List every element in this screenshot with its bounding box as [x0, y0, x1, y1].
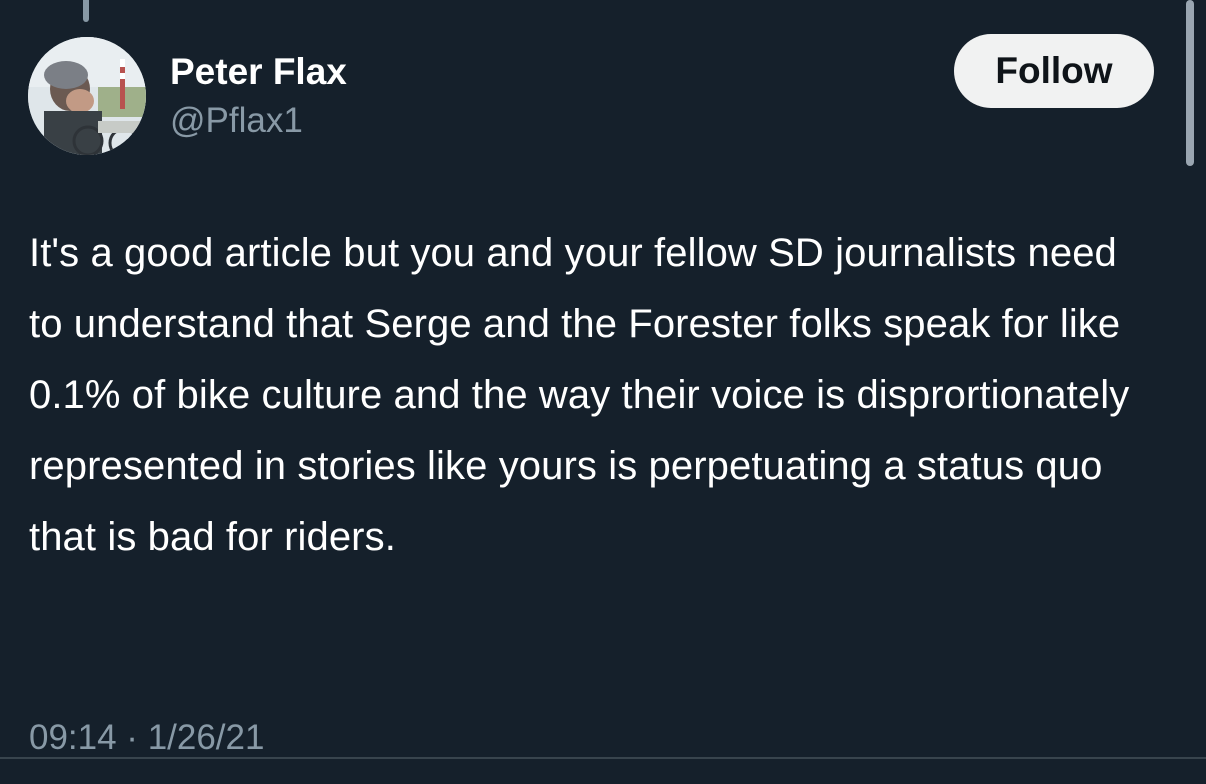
- author-handle[interactable]: @Pflax1: [170, 100, 303, 142]
- avatar-photo-icon: [28, 37, 146, 155]
- author-name[interactable]: Peter Flax: [170, 50, 347, 94]
- author-avatar[interactable]: [28, 37, 146, 155]
- tweet-text: It's a good article but you and your fel…: [29, 231, 1130, 559]
- follow-button[interactable]: Follow: [954, 34, 1154, 108]
- scrollbar-thumb[interactable]: [1186, 0, 1194, 166]
- tweet-timestamp[interactable]: 09:14 · 1/26/21: [29, 716, 264, 760]
- thread-connector-line: [83, 0, 89, 22]
- divider: [0, 757, 1206, 759]
